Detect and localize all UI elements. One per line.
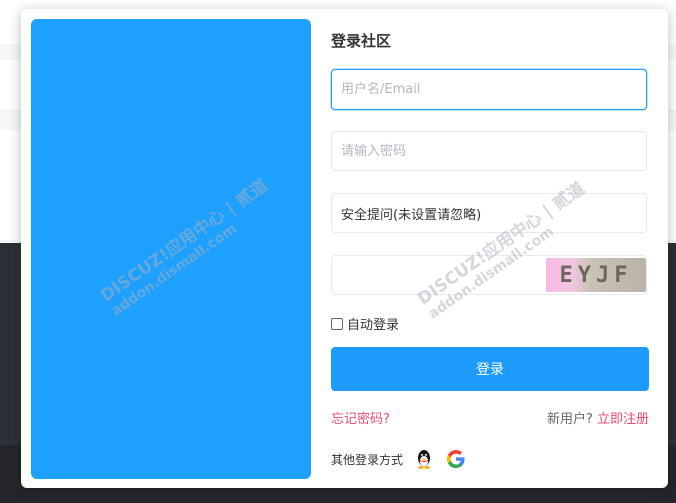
username-input[interactable] <box>331 69 647 110</box>
login-side-banner <box>31 19 311 479</box>
security-question-value: 安全提问(未设置请忽略) <box>341 207 482 223</box>
login-dialog: 登录社区 安全提问(未设置请忽略) EYJF 自动登录 登录 忘记密码? 新用户… <box>21 9 668 488</box>
register-link[interactable]: 立即注册 <box>597 412 649 427</box>
other-login-label: 其他登录方式 <box>331 452 404 467</box>
remember-label: 自动登录 <box>347 318 400 333</box>
password-input[interactable] <box>331 131 647 171</box>
login-button[interactable]: 登录 <box>331 347 649 391</box>
remember-me[interactable]: 自动登录 <box>331 314 399 333</box>
dialog-title: 登录社区 <box>331 32 392 50</box>
security-question-select[interactable]: 安全提问(未设置请忽略) <box>331 193 647 233</box>
login-form: 登录社区 安全提问(未设置请忽略) EYJF 自动登录 登录 忘记密码? 新用户… <box>331 9 649 488</box>
captcha-image[interactable]: EYJF <box>546 258 646 292</box>
forgot-password-link[interactable]: 忘记密码? <box>331 408 390 427</box>
remember-checkbox[interactable] <box>331 317 343 330</box>
qq-icon[interactable] <box>413 448 435 470</box>
other-login-row: 其他登录方式 <box>331 448 467 470</box>
google-icon[interactable] <box>445 448 467 470</box>
new-user-text: 新用户? <box>546 412 593 427</box>
register-prompt: 新用户? 立即注册 <box>547 408 649 427</box>
